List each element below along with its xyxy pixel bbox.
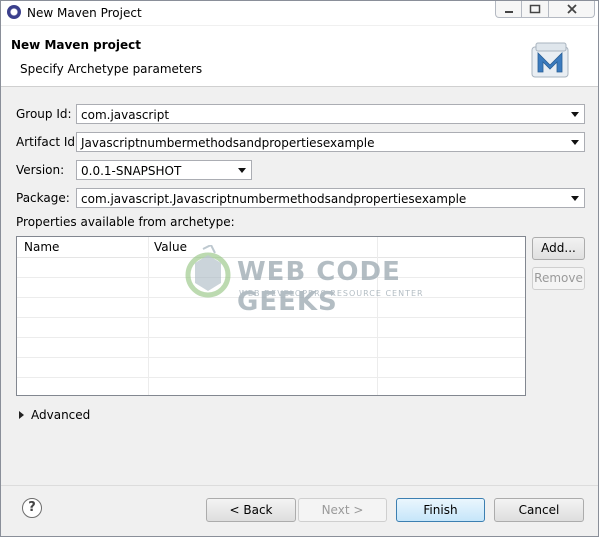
version-label: Version:	[16, 163, 65, 177]
eclipse-icon	[7, 5, 21, 19]
advanced-toggle[interactable]: Advanced	[31, 408, 90, 422]
watermark-title: WEB CODE GEEKS	[237, 257, 401, 317]
watermark-subtitle: WEB DEVELOPERS RESOURCE CENTER	[239, 289, 424, 298]
wizard-header: New Maven project Specify Archetype para…	[1, 26, 598, 87]
table-row	[17, 377, 525, 378]
wizard-window: New Maven Project New Maven project Spec…	[0, 0, 599, 537]
add-property-button[interactable]: Add...	[532, 237, 585, 260]
chevron-down-icon[interactable]	[571, 112, 579, 117]
package-label: Package:	[16, 191, 70, 205]
version-value: 0.0.1-SNAPSHOT	[81, 164, 182, 178]
artifact-id-combo[interactable]: Javascriptnumbermethodsandpropertiesexam…	[76, 132, 585, 152]
help-icon[interactable]: ?	[22, 498, 42, 518]
package-value: com.javascript.Javascriptnumbermethodsan…	[81, 192, 467, 206]
maximize-button[interactable]	[521, 1, 549, 18]
close-button[interactable]	[548, 1, 595, 18]
group-id-label: Group Id:	[16, 107, 72, 121]
expand-arrow-icon[interactable]	[19, 411, 24, 419]
minimize-button[interactable]	[495, 1, 522, 18]
web-code-geeks-logo-icon	[185, 245, 231, 298]
window-title: New Maven Project	[27, 6, 142, 20]
cancel-button[interactable]: Cancel	[494, 498, 584, 522]
maven-logo-icon	[531, 42, 569, 78]
footer-divider	[1, 485, 598, 486]
chevron-down-icon[interactable]	[571, 196, 579, 201]
back-button[interactable]: < Back	[206, 498, 296, 522]
finish-button[interactable]: Finish	[396, 498, 485, 522]
table-row	[17, 357, 525, 358]
next-button[interactable]: Next >	[298, 498, 387, 522]
artifact-id-label: Artifact Id:	[16, 135, 80, 149]
remove-property-button[interactable]: Remove	[532, 267, 585, 290]
properties-label: Properties available from archetype:	[16, 215, 235, 229]
page-title: New Maven project	[11, 38, 142, 52]
group-id-combo[interactable]: com.javascript	[76, 104, 585, 124]
chevron-down-icon[interactable]	[238, 168, 246, 173]
column-header-name[interactable]: Name	[24, 240, 59, 254]
title-bar: New Maven Project	[1, 1, 598, 25]
artifact-id-value: Javascriptnumbermethodsandpropertiesexam…	[81, 136, 375, 150]
chevron-down-icon[interactable]	[571, 140, 579, 145]
version-combo[interactable]: 0.0.1-SNAPSHOT	[76, 160, 252, 180]
page-subtitle: Specify Archetype parameters	[20, 62, 203, 76]
package-combo[interactable]: com.javascript.Javascriptnumbermethodsan…	[76, 188, 585, 208]
group-id-value: com.javascript	[81, 108, 170, 122]
table-row	[17, 317, 525, 318]
watermark: WEB CODE GEEKS WEB DEVELOPERS RESOURCE C…	[177, 237, 427, 317]
table-row	[17, 337, 525, 338]
